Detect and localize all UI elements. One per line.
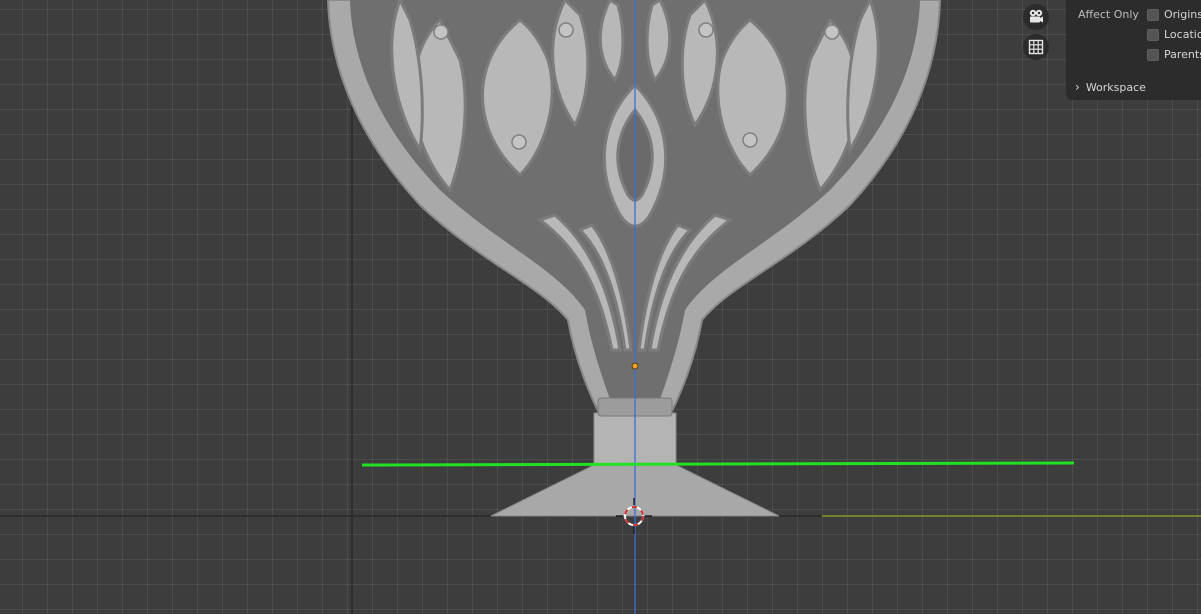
- origins-option[interactable]: Origins: [1147, 8, 1201, 21]
- object-origin-dot[interactable]: [631, 362, 639, 370]
- camera-view-button[interactable]: [1023, 4, 1049, 30]
- viewport-scene: [0, 0, 1201, 614]
- origins-label: Origins: [1164, 8, 1201, 21]
- camera-icon: [1029, 9, 1043, 23]
- vase-mesh[interactable]: [326, 0, 942, 517]
- parents-label: Parents: [1164, 48, 1201, 61]
- workspace-subpanel-header[interactable]: › Workspace: [1075, 80, 1146, 94]
- options-panel: Affect Only Origins Locations Parents › …: [1066, 0, 1201, 100]
- selection-line[interactable]: [361, 461, 1075, 467]
- parents-checkbox[interactable]: [1147, 48, 1159, 61]
- parents-option[interactable]: Parents: [1147, 48, 1201, 61]
- workspace-label: Workspace: [1085, 80, 1146, 94]
- chevron-right-icon: ›: [1075, 80, 1080, 94]
- origins-checkbox[interactable]: [1147, 8, 1159, 21]
- toggle-perspective-button[interactable]: [1023, 34, 1049, 60]
- 3d-viewport[interactable]: Affect Only Origins Locations Parents › …: [0, 0, 1201, 614]
- affect-only-label: Affect Only: [1078, 8, 1139, 21]
- locations-checkbox[interactable]: [1147, 28, 1159, 41]
- grid-icon: [1028, 39, 1044, 55]
- locations-label: Locations: [1164, 28, 1201, 41]
- locations-option[interactable]: Locations: [1147, 28, 1201, 41]
